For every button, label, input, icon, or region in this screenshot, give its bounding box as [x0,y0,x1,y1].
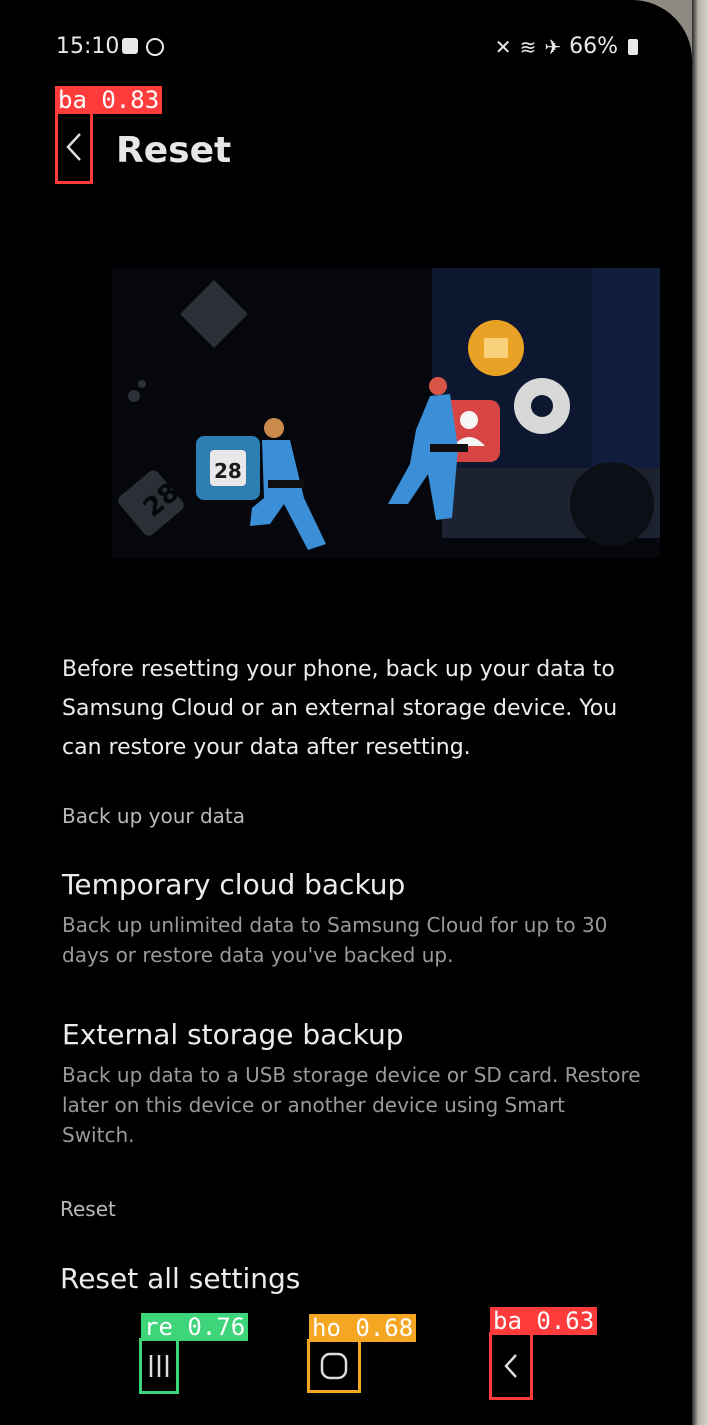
external-storage-backup-subtitle: Back up data to a USB storage device or … [62,1063,641,1147]
reset-section-header: Reset [60,1197,116,1221]
notification-check-icon [122,38,138,54]
chevron-left-icon [66,133,81,161]
status-right: ✕ ≋ ✈ 66% [495,34,638,59]
reset-all-settings-item[interactable]: Reset all settings [60,1262,300,1295]
airplane-icon: ✈ [544,34,562,59]
page-title: Reset [116,130,232,171]
home-button[interactable] [307,1339,361,1393]
calendar-day: 28 [214,459,242,483]
recents-button[interactable] [139,1338,179,1394]
notification-circle-icon [146,38,164,56]
status-time: 15:10 [56,34,120,59]
back-button[interactable] [55,110,93,184]
device-edge [692,0,708,1425]
recents-icon [149,1355,169,1377]
wifi-icon: ≋ [519,34,537,59]
mute-icon: ✕ [494,34,512,59]
temporary-cloud-backup-subtitle: Back up unlimited data to Samsung Cloud … [62,913,608,967]
status-bar: 15:10 ✕ ≋ ✈ 66% [0,28,692,68]
home-detection-label: ho 0.68 [309,1314,417,1342]
status-left-icons [122,38,164,56]
temporary-cloud-backup-title: Temporary cloud backup [62,868,406,901]
home-icon [320,1352,348,1380]
backup-section-header: Back up your data [62,804,246,828]
external-storage-backup-title: External storage backup [62,1018,404,1051]
battery-icon [628,38,638,55]
back-detection-label: ba 0.83 [55,86,163,114]
recents-detection-label: re 0.76 [141,1313,249,1341]
backup-illustration: 28 28 [112,268,660,558]
reset-description: Before resetting your phone, back up you… [62,657,618,760]
nav-back-button[interactable] [489,1332,533,1400]
battery-percent: 66% [569,34,618,59]
title-bar: ba 0.83 Reset [0,86,692,190]
back-nav-detection-label: ba 0.63 [490,1307,598,1335]
phone-screen: 15:10 ✕ ≋ ✈ 66% ba 0.83 Reset 28 28 Befo… [0,0,692,1425]
back-arrow-icon [504,1354,517,1378]
